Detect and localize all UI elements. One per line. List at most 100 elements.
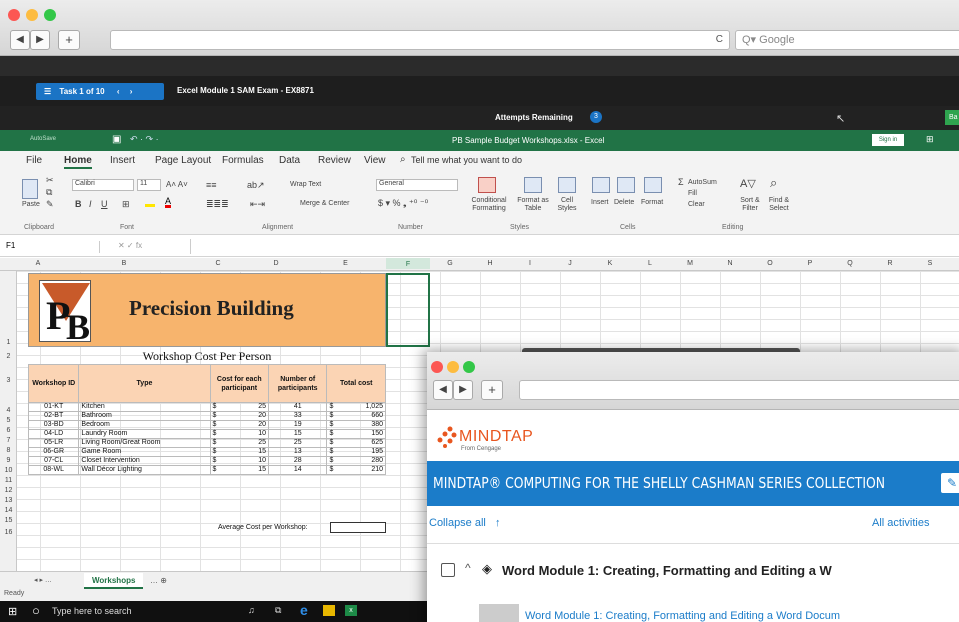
table-cell[interactable]: $1,025: [326, 402, 386, 412]
table-cell[interactable]: $25: [209, 438, 270, 448]
tab-formulas[interactable]: Formulas: [222, 155, 264, 166]
taskbar-search-field[interactable]: Type here to search: [52, 606, 132, 616]
row-header-3[interactable]: 3: [0, 377, 17, 384]
column-header-q[interactable]: Q: [830, 260, 870, 267]
cut-icon[interactable]: ✂: [46, 175, 54, 186]
reload-icon[interactable]: C: [716, 34, 723, 45]
table-cell[interactable]: $10: [209, 456, 270, 466]
row-header-14[interactable]: 14: [0, 507, 17, 514]
minimize-window-icon[interactable]: [447, 361, 459, 373]
row-header-6[interactable]: 6: [0, 427, 17, 434]
table-cell[interactable]: 01-KT: [27, 402, 80, 412]
orientation-icon[interactable]: ab↗: [247, 180, 265, 191]
table-cell[interactable]: $15: [209, 465, 270, 475]
column-header-g[interactable]: G: [430, 260, 470, 267]
format-as-table-button[interactable]: Format as Table: [514, 197, 552, 213]
sheet-nav-icon[interactable]: ◂ ▸ …: [34, 576, 52, 584]
forward-arrow-icon[interactable]: ▶: [453, 380, 473, 400]
all-activities-filter[interactable]: All activities: [872, 517, 929, 529]
column-header-n[interactable]: N: [710, 260, 750, 267]
row-header-13[interactable]: 13: [0, 497, 17, 504]
tab-review[interactable]: Review: [318, 155, 351, 166]
module-title[interactable]: Word Module 1: Creating, Formatting and …: [502, 563, 832, 578]
font-color-icon[interactable]: A: [165, 197, 172, 208]
wrap-text-button[interactable]: Wrap Text: [290, 181, 321, 188]
table-cell[interactable]: 15: [267, 429, 328, 439]
cell-styles-icon[interactable]: [558, 177, 576, 193]
delete-cells-icon[interactable]: [617, 177, 635, 193]
autosum-icon[interactable]: Σ: [678, 177, 684, 187]
table-cell[interactable]: Living Room/Great Room: [78, 438, 211, 448]
save-icon[interactable]: ▣: [112, 134, 121, 145]
microphone-icon[interactable]: ♫: [248, 605, 255, 615]
table-cell[interactable]: 41: [267, 402, 328, 412]
table-cell[interactable]: 04-LD: [27, 429, 80, 439]
excel-taskbar-icon[interactable]: x: [345, 605, 357, 616]
edit-pencil-icon[interactable]: ✎: [941, 473, 959, 493]
paste-button[interactable]: Paste: [22, 201, 40, 208]
formula-buttons-icon[interactable]: ✕ ✓ fx: [118, 241, 142, 250]
align-top-icon[interactable]: ≡≡: [206, 180, 217, 190]
borders-icon[interactable]: ⊞: [122, 199, 130, 210]
table-cell[interactable]: $20: [209, 420, 270, 430]
table-cell[interactable]: 19: [267, 420, 328, 430]
row-header-4[interactable]: 4: [0, 407, 17, 414]
copy-icon[interactable]: ⧉: [46, 187, 52, 198]
tab-page-layout[interactable]: Page Layout: [155, 155, 211, 166]
new-tab-button[interactable]: +: [58, 30, 80, 50]
clear-button[interactable]: Clear: [688, 201, 705, 208]
font-grow-icon[interactable]: A˄ A˅: [166, 180, 188, 189]
address-bar[interactable]: [519, 380, 959, 400]
table-cell[interactable]: $20: [209, 411, 270, 421]
format-as-table-icon[interactable]: [524, 177, 542, 193]
right-action-button[interactable]: Ba: [945, 110, 959, 125]
chevron-up-icon[interactable]: ^: [465, 561, 471, 575]
tab-home[interactable]: Home: [64, 155, 92, 169]
row-header-11[interactable]: 11: [0, 477, 17, 484]
close-window-icon[interactable]: [431, 361, 443, 373]
forward-arrow-icon[interactable]: ▶: [30, 30, 50, 50]
prev-task-icon[interactable]: ‹: [117, 87, 120, 96]
column-header-a[interactable]: A: [17, 260, 59, 267]
sort-filter-icon[interactable]: A▽: [740, 177, 756, 190]
row-header-1[interactable]: 1: [0, 339, 17, 346]
conditional-formatting-button[interactable]: Conditional Formatting: [466, 197, 512, 213]
row-header-10[interactable]: 10: [0, 467, 17, 474]
table-cell[interactable]: $195: [326, 447, 386, 457]
format-button[interactable]: Format: [641, 199, 663, 206]
column-header-d[interactable]: D: [247, 260, 305, 267]
insert-cells-icon[interactable]: [592, 177, 610, 193]
tab-data[interactable]: Data: [279, 155, 300, 166]
table-cell[interactable]: 14: [267, 465, 328, 475]
number-format-select[interactable]: General: [376, 179, 458, 191]
fill-color-icon[interactable]: [145, 197, 155, 207]
delete-button[interactable]: Delete: [614, 199, 634, 206]
zoom-window-icon[interactable]: [463, 361, 475, 373]
find-select-icon[interactable]: ⌕: [770, 175, 777, 191]
next-task-icon[interactable]: ›: [130, 87, 133, 96]
table-cell[interactable]: 06-GR: [27, 447, 80, 457]
row-header-16[interactable]: 16: [0, 529, 17, 536]
table-cell[interactable]: $210: [326, 465, 386, 475]
table-cell[interactable]: 07-CL: [27, 456, 80, 466]
new-tab-button[interactable]: +: [481, 380, 503, 400]
ribbon-display-icon[interactable]: ⊞: [926, 134, 934, 145]
column-header-i[interactable]: I: [510, 260, 550, 267]
row-header-15[interactable]: 15: [0, 517, 17, 524]
indent-icon[interactable]: ⇤⇥: [250, 199, 265, 210]
table-cell[interactable]: Game Room: [78, 447, 211, 457]
table-cell[interactable]: Kitchen: [78, 402, 211, 412]
row-header-9[interactable]: 9: [0, 457, 17, 464]
name-box[interactable]: F1: [4, 241, 100, 253]
back-arrow-icon[interactable]: ◀: [10, 30, 30, 50]
search-circle-icon[interactable]: ○: [32, 603, 40, 618]
conditional-formatting-icon[interactable]: [478, 177, 496, 193]
column-header-l[interactable]: L: [630, 260, 670, 267]
column-header-b[interactable]: B: [59, 260, 189, 267]
minimize-window-icon[interactable]: [26, 9, 38, 21]
table-cell[interactable]: $150: [326, 429, 386, 439]
tab-file[interactable]: File: [26, 155, 42, 166]
table-cell[interactable]: 05-LR: [27, 438, 80, 448]
undo-icon[interactable]: ↶ · ↷ ·: [130, 134, 159, 145]
zoom-window-icon[interactable]: [44, 9, 56, 21]
